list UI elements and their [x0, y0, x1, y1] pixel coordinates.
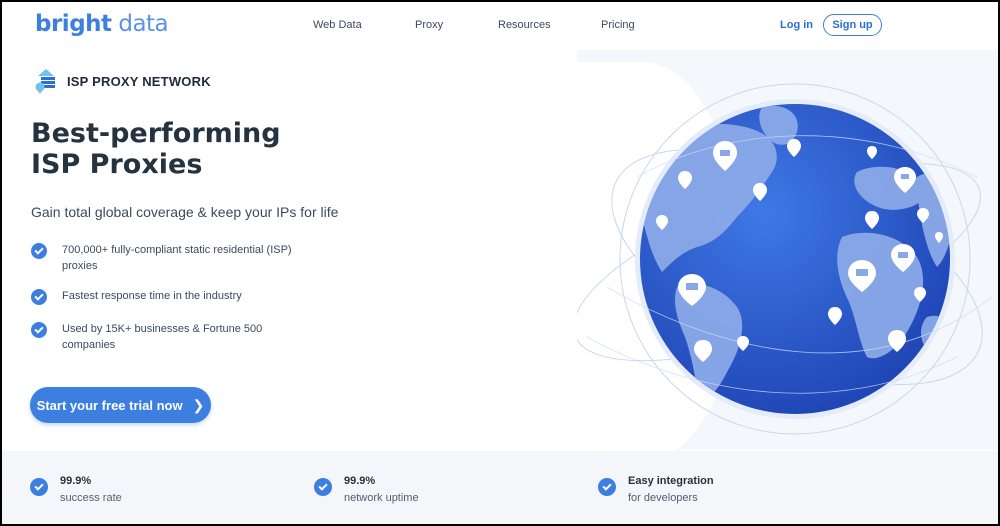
feature-item: Used by 15K+ businesses & Fortune 500 co…	[31, 321, 277, 353]
stat-label: network uptime	[344, 492, 419, 504]
check-circle-icon	[31, 289, 47, 305]
hero-subtitle: Gain total global coverage & keep your I…	[31, 204, 339, 220]
title-line-2: ISP Proxies	[31, 149, 203, 180]
chevron-right-icon: ❯	[192, 396, 205, 413]
check-circle-icon	[314, 478, 332, 496]
nav-web-data[interactable]: Web Data	[313, 19, 362, 31]
title-line-1: Best-performing	[31, 118, 281, 149]
nav-proxy[interactable]: Proxy	[415, 19, 443, 31]
check-circle-icon	[31, 322, 47, 338]
feature-item: 700,000+ fully-compliant static resident…	[31, 242, 302, 274]
feature-text: Used by 15K+ businesses & Fortune 500 co…	[62, 323, 263, 351]
stat-label: success rate	[60, 492, 122, 504]
feature-text: 700,000+ fully-compliant static resident…	[62, 244, 292, 272]
stat-item: 99.9% success rate	[30, 473, 122, 506]
check-circle-icon	[598, 478, 616, 496]
feature-text: Fastest response time in the industry	[62, 290, 242, 302]
check-circle-icon	[31, 243, 47, 259]
stat-value: Easy integration	[628, 475, 714, 487]
cta-label: Start your free trial now	[36, 397, 183, 413]
stat-label: for developers	[628, 492, 698, 504]
stats-bar	[2, 451, 998, 524]
nav-pricing[interactable]: Pricing	[601, 19, 635, 31]
start-free-trial-button[interactable]: Start your free trial now ❯	[30, 387, 211, 423]
login-link[interactable]: Log in	[780, 19, 813, 31]
logo-text-light: data	[111, 11, 169, 37]
page-title: Best-performing ISP Proxies	[31, 118, 281, 180]
stat-value: 99.9%	[344, 475, 376, 487]
logo-text-bold: bright	[35, 11, 112, 37]
signup-button[interactable]: Sign up	[823, 14, 882, 36]
stat-item: Easy integration for developers	[598, 473, 714, 506]
stat-item: 99.9% network uptime	[314, 473, 419, 506]
isp-network-icon	[35, 69, 55, 94]
page: bright data Web Data Proxy Resources Pri…	[2, 2, 998, 524]
hero-badge: ISP PROXY NETWORK	[67, 74, 211, 89]
stat-value: 99.9%	[60, 475, 92, 487]
check-circle-icon	[30, 478, 48, 496]
feature-item: Fastest response time in the industry	[31, 288, 302, 305]
brand-logo[interactable]: bright data	[35, 11, 169, 37]
globe-illustration	[577, 83, 993, 435]
nav-resources[interactable]: Resources	[498, 19, 551, 31]
